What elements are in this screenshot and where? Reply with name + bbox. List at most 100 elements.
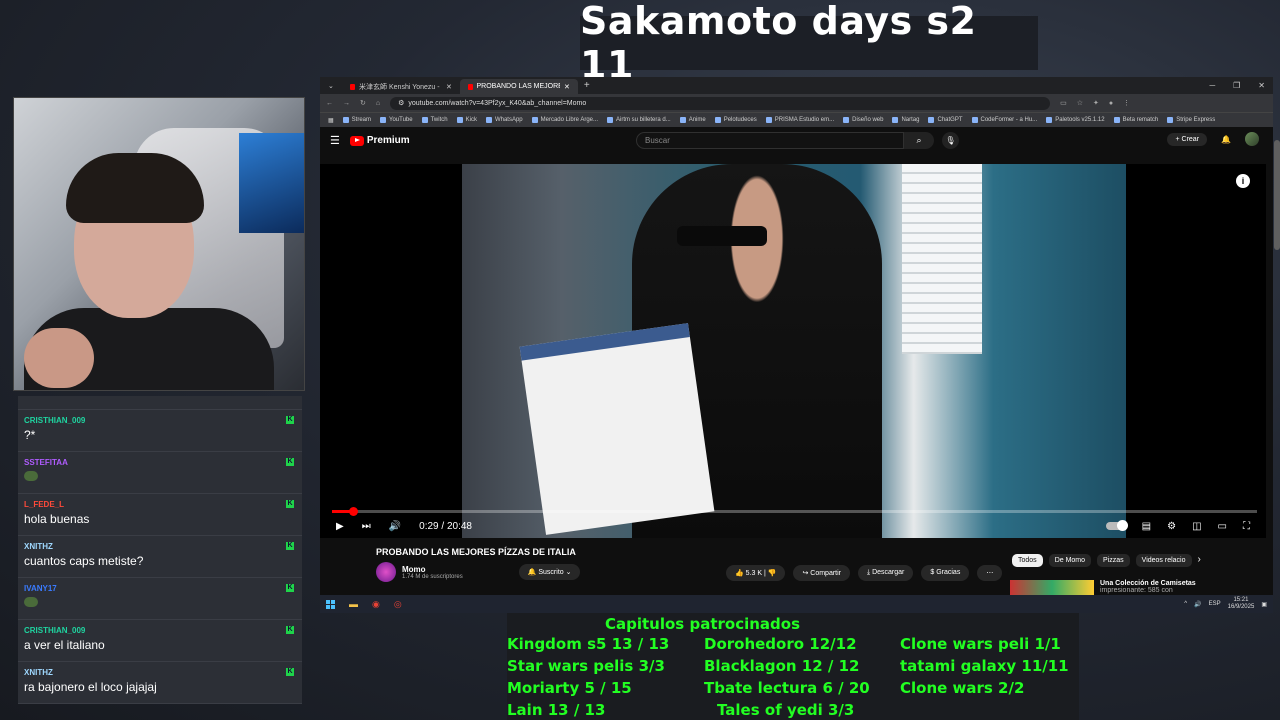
file-explorer-icon[interactable]: ▬ bbox=[349, 599, 358, 609]
volume-tray-icon[interactable]: 🔊 bbox=[1194, 601, 1201, 608]
filter-chip[interactable]: Videos relacio bbox=[1135, 554, 1192, 567]
info-icon[interactable]: i bbox=[1236, 174, 1250, 188]
apps-grid-icon[interactable]: ▦ bbox=[328, 117, 334, 124]
chat-username[interactable]: IVANY17 bbox=[24, 584, 296, 593]
bookmark-label: Mercado Libre Arge... bbox=[540, 117, 599, 123]
channel-avatar[interactable] bbox=[376, 562, 396, 582]
maximize-icon[interactable]: ❐ bbox=[1233, 81, 1240, 90]
kick-badge-icon: K bbox=[286, 542, 294, 550]
theater-mode-icon[interactable]: ▭ bbox=[1218, 521, 1227, 532]
bookmark-item[interactable]: Airtm su billetera d... bbox=[607, 117, 671, 123]
input-language[interactable]: ESP bbox=[1209, 601, 1221, 607]
miniplayer-icon[interactable]: ◫ bbox=[1192, 521, 1201, 532]
hamburger-menu-icon[interactable]: ☰ bbox=[330, 134, 340, 147]
minimize-icon[interactable]: ─ bbox=[1209, 81, 1215, 90]
close-icon[interactable]: ✕ bbox=[446, 83, 452, 91]
menu-dots-icon[interactable]: ⋮ bbox=[1123, 99, 1130, 107]
bookmark-item[interactable]: Diseño web bbox=[843, 117, 883, 123]
like-button[interactable]: 👍 5.3 K | 👎 bbox=[726, 565, 786, 581]
progress-bar[interactable] bbox=[332, 507, 1257, 516]
youtube-favicon-icon bbox=[349, 83, 356, 90]
subtitles-icon[interactable]: ▤ bbox=[1142, 521, 1151, 532]
create-button[interactable]: + Crear bbox=[1167, 132, 1208, 146]
download-button[interactable]: ⤓ Descargar bbox=[858, 565, 914, 581]
filter-chip[interactable]: De Momo bbox=[1048, 554, 1092, 567]
volume-icon[interactable]: 🔊 bbox=[389, 521, 401, 532]
chat-username[interactable]: XNITHZ bbox=[24, 668, 296, 677]
recommended-thumbnail[interactable] bbox=[1010, 580, 1094, 595]
channel-name[interactable]: Momo bbox=[402, 565, 463, 574]
bookmark-item[interactable]: Stripe Express bbox=[1167, 117, 1215, 123]
bookmark-item[interactable]: PRISMA Estudio em... bbox=[765, 117, 834, 123]
chips-next-icon[interactable]: › bbox=[1198, 554, 1201, 567]
bookmark-item[interactable]: Twitch bbox=[421, 117, 448, 123]
close-icon[interactable]: ✕ bbox=[564, 83, 570, 91]
bookmark-item[interactable]: Stream bbox=[342, 117, 371, 123]
back-icon[interactable]: ← bbox=[326, 100, 333, 107]
thanks-button[interactable]: $ Gracias bbox=[921, 565, 970, 581]
bookmark-item[interactable]: Pelotudeces bbox=[714, 117, 757, 123]
tab-iris[interactable]: 米津玄師 Kenshi Yonezu - IRIS ✕ bbox=[342, 79, 460, 94]
extensions-icon[interactable]: ✦ bbox=[1093, 99, 1099, 107]
settings-gear-icon[interactable]: ⚙ bbox=[1167, 521, 1176, 532]
bookmark-item[interactable]: Nartag bbox=[892, 117, 919, 123]
kick-badge-icon: K bbox=[286, 626, 294, 634]
microphone-icon: 🎙 bbox=[945, 136, 956, 145]
bookmark-item[interactable]: Mercado Libre Arge... bbox=[531, 117, 599, 123]
clock[interactable]: 15:21 16/9/2025 bbox=[1228, 597, 1255, 611]
scrubber-handle[interactable] bbox=[349, 507, 359, 516]
bookmark-item[interactable]: Kick bbox=[456, 117, 477, 123]
video-player[interactable]: i ▶ ⏭ 🔊 0:29 / 20:48 ▤ ⚙ ◫ ▭ ⛶ bbox=[320, 164, 1266, 538]
notifications-bell-icon[interactable]: 🔔 bbox=[1221, 135, 1231, 144]
bookmark-item[interactable]: ChatGPT bbox=[928, 117, 963, 123]
bookmark-item[interactable]: YouTube bbox=[380, 117, 413, 123]
share-button[interactable]: ↪ Compartir bbox=[793, 565, 851, 581]
star-icon[interactable]: ☆ bbox=[1077, 99, 1083, 107]
filter-chip[interactable]: Pizzas bbox=[1097, 554, 1130, 567]
search-input[interactable]: Buscar bbox=[636, 132, 904, 149]
voice-search-button[interactable]: 🎙 bbox=[942, 132, 959, 149]
bookmark-item[interactable]: Anime bbox=[679, 117, 706, 123]
chat-username[interactable]: L_FEDE_L bbox=[24, 500, 296, 509]
chat-username[interactable]: XNITHZ bbox=[24, 542, 296, 551]
more-actions-icon[interactable]: ⋯ bbox=[977, 565, 1003, 581]
header-actions: + Crear 🔔 bbox=[1167, 132, 1259, 146]
page-scrollbar[interactable] bbox=[1274, 140, 1280, 250]
play-icon[interactable]: ▶ bbox=[336, 521, 344, 532]
autoplay-toggle[interactable] bbox=[1105, 520, 1128, 531]
youtube-logo[interactable]: Premium bbox=[349, 135, 410, 146]
forward-icon[interactable]: → bbox=[343, 100, 350, 107]
chat-message: SSTEFITAA K bbox=[18, 452, 302, 494]
notifications-icon[interactable]: ▣ bbox=[1261, 601, 1267, 608]
cast-icon[interactable]: ▭ bbox=[1060, 99, 1067, 107]
home-icon[interactable]: ⌂ bbox=[376, 100, 380, 107]
subscribed-button[interactable]: 🔔 Suscrito ⌄ bbox=[518, 564, 581, 580]
new-tab-button[interactable]: + bbox=[578, 80, 596, 91]
url-field[interactable]: ⚙ youtube.com/watch?v=43Pf2yx_K40&ab_cha… bbox=[390, 96, 1051, 110]
close-window-icon[interactable]: ✕ bbox=[1258, 81, 1265, 90]
recommended-video[interactable]: Una Colección de Camisetas impresionante… bbox=[1010, 580, 1196, 595]
chat-username[interactable]: SSTEFITAA bbox=[24, 458, 296, 467]
obs-icon[interactable]: ◎ bbox=[394, 599, 402, 610]
site-info-icon[interactable]: ⚙ bbox=[398, 99, 404, 107]
fullscreen-icon[interactable]: ⛶ bbox=[1243, 521, 1250, 532]
bookmark-item[interactable]: Beta rematch bbox=[1113, 117, 1158, 123]
reload-icon[interactable]: ↻ bbox=[360, 99, 366, 107]
bookmark-icon bbox=[531, 117, 538, 123]
tray-chevron-icon[interactable]: ^ bbox=[1184, 601, 1187, 607]
windows-start-icon[interactable] bbox=[326, 599, 335, 609]
bookmark-item[interactable]: WhatsApp bbox=[485, 117, 523, 123]
next-icon[interactable]: ⏭ bbox=[362, 521, 371, 532]
tab-pizzas[interactable]: PROBANDO LAS MEJORES PÍZZ ✕ bbox=[459, 79, 578, 94]
search-button[interactable]: ⌕ bbox=[904, 132, 934, 149]
chat-username[interactable]: CRISTHIAN_009 bbox=[24, 626, 296, 635]
bookmark-item[interactable]: CodeFormer - a Hu... bbox=[971, 117, 1037, 123]
account-avatar[interactable] bbox=[1245, 132, 1259, 146]
filter-chip[interactable]: Todos bbox=[1012, 554, 1043, 567]
chrome-icon[interactable]: ◉ bbox=[372, 599, 380, 610]
video-frame[interactable] bbox=[462, 164, 1126, 538]
bookmark-item[interactable]: Paletools v25.1.12 bbox=[1046, 117, 1105, 123]
chat-username[interactable]: CRISTHIAN_009 bbox=[24, 416, 296, 425]
profile-icon[interactable]: ● bbox=[1109, 100, 1113, 107]
tab-search-icon[interactable]: ⌄ bbox=[320, 82, 342, 90]
